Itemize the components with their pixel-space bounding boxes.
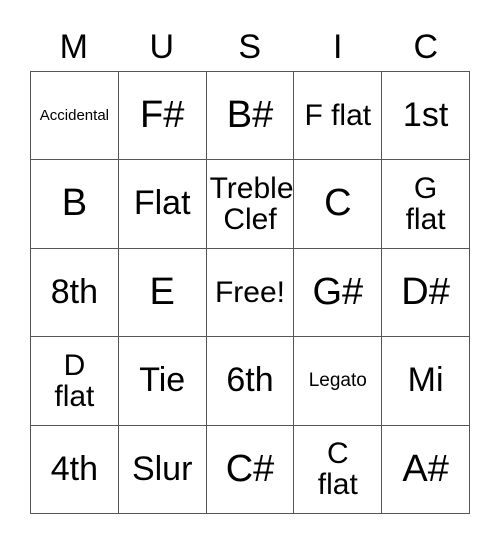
bingo-cell-label: Mi	[407, 361, 444, 400]
bingo-cell-label: C	[324, 182, 352, 225]
bingo-cell-label: C flat	[317, 437, 358, 502]
bingo-cell-label: G flat	[405, 171, 446, 237]
bingo-cell-r3c2[interactable]: E	[118, 248, 207, 338]
bingo-cell-r4c2[interactable]: Tie	[118, 337, 207, 426]
bingo-cell-label: 4th	[50, 449, 99, 488]
bingo-cell-label: A#	[402, 447, 449, 490]
bingo-cell-label: Flat	[133, 184, 191, 223]
bingo-cell-label: F flat	[304, 99, 372, 133]
bingo-cell-r5c2[interactable]: Slur	[118, 425, 207, 514]
bingo-cell-r4c1[interactable]: D flat	[31, 337, 119, 426]
bingo-cell-r1c5[interactable]: 1st	[382, 72, 470, 161]
bingo-cell-r1c1[interactable]: Accidental	[31, 72, 119, 161]
bingo-cell-r4c3[interactable]: 6th	[206, 337, 295, 426]
header-letter-4: I	[333, 27, 343, 66]
bingo-cell-r4c4[interactable]: Legato	[294, 337, 383, 426]
bingo-header-row: M U S I C	[30, 22, 470, 71]
bingo-cell-r5c3[interactable]: C#	[206, 425, 295, 514]
bingo-cell-label: 8th	[50, 272, 99, 311]
bingo-cell-r1c4[interactable]: F flat	[294, 72, 383, 161]
bingo-cell-label: E	[149, 270, 175, 313]
bingo-cell-r4c5[interactable]: Mi	[382, 337, 470, 426]
bingo-cell-label: Tie	[139, 361, 186, 400]
bingo-cell-label: 6th	[226, 361, 274, 400]
bingo-cell-r3c1[interactable]: 8th	[31, 248, 119, 338]
bingo-cell-label: Legato	[308, 370, 367, 392]
bingo-cell-free-space[interactable]: Free!	[206, 248, 295, 338]
bingo-cell-r3c4[interactable]: G#	[294, 248, 383, 338]
bingo-cell-label: 1st	[402, 96, 449, 135]
bingo-cell-r2c5[interactable]: G flat	[382, 160, 470, 249]
bingo-cell-label: B#	[226, 93, 274, 136]
bingo-cell-label: Accidental	[39, 106, 109, 124]
header-letter-3: S	[238, 27, 262, 66]
bingo-cell-label: D#	[401, 270, 450, 313]
bingo-cell-label: D flat	[54, 348, 95, 413]
bingo-cell-label: Treble Clef	[209, 171, 294, 237]
bingo-cell-r5c1[interactable]: 4th	[31, 425, 119, 514]
bingo-cell-label: C#	[225, 447, 275, 490]
bingo-cell-r5c5[interactable]: A#	[382, 425, 470, 514]
bingo-cell-label: Free!	[214, 275, 285, 309]
bingo-cell-label: B	[61, 182, 88, 225]
bingo-cell-label: Slur	[131, 449, 193, 488]
bingo-cell-r5c4[interactable]: C flat	[294, 425, 383, 514]
bingo-cell-r3c5[interactable]: D#	[382, 248, 470, 338]
header-letter-1: M	[59, 27, 89, 66]
bingo-cell-r2c1[interactable]: B	[31, 160, 119, 249]
bingo-cell-r2c3[interactable]: Treble Clef	[206, 160, 295, 249]
bingo-cell-label: F#	[140, 93, 185, 136]
bingo-card: M U S I C Accidental F# B# F flat 1st B …	[0, 0, 500, 544]
bingo-cell-r2c2[interactable]: Flat	[118, 160, 207, 249]
bingo-cell-r1c3[interactable]: B#	[206, 72, 295, 161]
bingo-cell-r1c2[interactable]: F#	[118, 72, 207, 161]
bingo-cell-label: G#	[312, 270, 364, 313]
header-letter-2: U	[149, 27, 175, 66]
bingo-cell-r2c4[interactable]: C	[294, 160, 383, 249]
bingo-grid: Accidental F# B# F flat 1st B Flat Trebl…	[30, 71, 470, 514]
header-letter-5: C	[413, 27, 439, 66]
